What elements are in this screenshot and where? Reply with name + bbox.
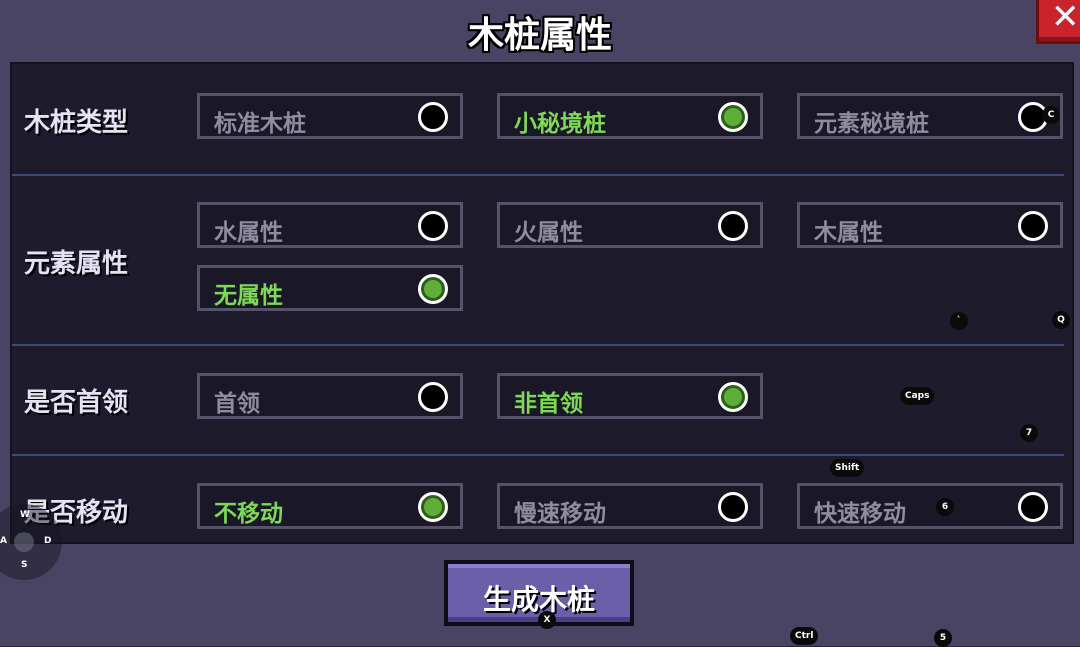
key-hint-5: 5 [934, 629, 952, 647]
key-hint-shift: Shift [830, 459, 865, 477]
radio-selected-icon [718, 382, 748, 412]
joystick-d-label: D [44, 536, 52, 546]
radio-icon [1018, 211, 1048, 241]
option-slow-move[interactable]: 慢速移动 [497, 483, 763, 529]
row-divider [12, 174, 1064, 176]
key-hint-c: C [1042, 106, 1060, 124]
option-small-realm-stake[interactable]: 小秘境桩 [497, 93, 763, 139]
option-no-move[interactable]: 不移动 [197, 483, 463, 529]
key-hint-caps: Caps [900, 387, 935, 405]
option-label: 非首领 [514, 391, 583, 417]
key-hint-7: 7 [1020, 424, 1038, 442]
close-button[interactable]: ✕ [1036, 0, 1080, 44]
key-hint-ctrl: Ctrl [790, 627, 819, 645]
row-divider [12, 454, 1064, 456]
radio-icon [1018, 492, 1048, 522]
radio-selected-icon [418, 492, 448, 522]
option-standard-stake[interactable]: 标准木桩 [197, 93, 463, 139]
option-label: 木属性 [814, 220, 883, 246]
row-label-boss: 是否首领 [24, 388, 129, 418]
radio-selected-icon [718, 102, 748, 132]
option-fast-move[interactable]: 快速移动 [797, 483, 1063, 529]
row-label-stake-type: 木桩类型 [24, 108, 129, 138]
option-label: 水属性 [214, 220, 283, 246]
option-wood[interactable]: 木属性 [797, 202, 1063, 248]
option-label: 快速移动 [814, 501, 906, 527]
joystick-knob[interactable] [14, 532, 34, 552]
option-label: 无属性 [214, 283, 283, 309]
joystick-a-label: A [0, 536, 7, 546]
option-label: 不移动 [214, 501, 283, 527]
option-water[interactable]: 水属性 [197, 202, 463, 248]
joystick-s-label: S [21, 560, 28, 570]
option-label: 元素秘境桩 [814, 111, 929, 137]
key-hint-x: X [538, 611, 556, 629]
key-hint-q: Q [1052, 311, 1070, 329]
option-fire[interactable]: 火属性 [497, 202, 763, 248]
radio-icon [418, 382, 448, 412]
option-none[interactable]: 无属性 [197, 265, 463, 311]
option-label: 火属性 [514, 220, 583, 246]
key-hint-backtick: ` [950, 312, 968, 330]
option-label: 慢速移动 [514, 501, 606, 527]
generate-button-label: 生成木桩 [482, 583, 595, 616]
row-divider [12, 344, 1064, 346]
option-label: 首领 [214, 391, 260, 417]
radio-icon [718, 492, 748, 522]
close-icon: ✕ [1051, 0, 1080, 37]
option-label: 标准木桩 [214, 111, 306, 137]
radio-icon [418, 211, 448, 241]
dialog-title: 木桩属性 [467, 15, 612, 56]
radio-selected-icon [418, 274, 448, 304]
option-element-realm-stake[interactable]: 元素秘境桩 [797, 93, 1063, 139]
option-boss[interactable]: 首领 [197, 373, 463, 419]
joystick-w-label: W [20, 510, 30, 520]
radio-icon [718, 211, 748, 241]
option-non-boss[interactable]: 非首领 [497, 373, 763, 419]
radio-icon [418, 102, 448, 132]
row-label-element: 元素属性 [24, 249, 129, 279]
option-label: 小秘境桩 [514, 111, 606, 137]
key-hint-6: 6 [936, 498, 954, 516]
